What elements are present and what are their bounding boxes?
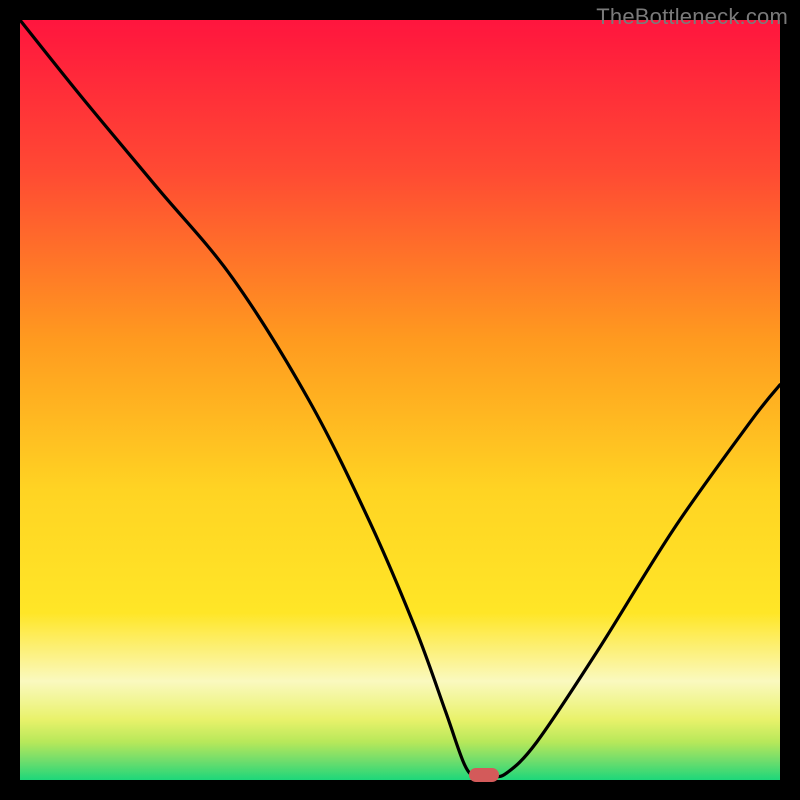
site-credit: TheBottleneck.com [596, 4, 788, 30]
plot-area [20, 20, 780, 780]
chart-frame: TheBottleneck.com [0, 0, 800, 800]
bottleneck-curve [20, 20, 780, 780]
optimum-marker [469, 768, 499, 782]
